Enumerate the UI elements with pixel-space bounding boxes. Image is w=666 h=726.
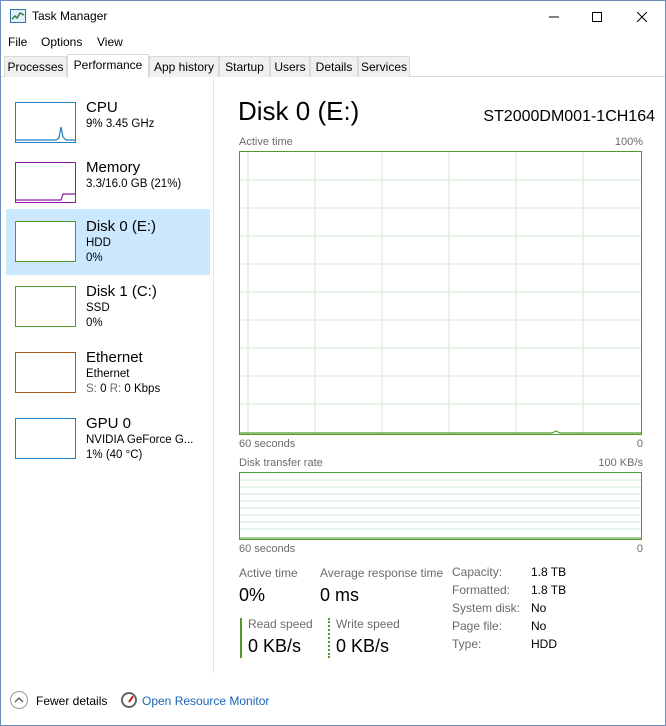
cpu-thumbnail-graph: [15, 102, 76, 143]
minimize-button[interactable]: [531, 1, 577, 32]
sidebar-item-title: Disk 0 (E:): [86, 218, 157, 235]
gpu-thumbnail-graph: [15, 418, 76, 459]
sidebar-item-memory[interactable]: Memory 3.3/16.0 GB (21%): [6, 150, 210, 212]
disk-detail-panel: Disk 0 (E:) ST2000DM001-1CH164 Active ti…: [215, 78, 665, 673]
task-manager-window: Task Manager File Options View Processes…: [0, 0, 666, 726]
type-label: Type:: [452, 637, 482, 651]
sidebar-item-usage: 1% (40 °C): [86, 449, 143, 461]
active-time-grid: [240, 152, 641, 434]
tab-app-history[interactable]: App history: [149, 56, 219, 77]
menu-view[interactable]: View: [97, 35, 123, 49]
maximize-button[interactable]: [574, 1, 620, 32]
sidebar-item-gpu-0[interactable]: GPU 0 NVIDIA GeForce G... 1% (40 °C): [6, 410, 210, 476]
active-time-chart-max: 100%: [614, 136, 643, 148]
capacity-value: 1.8 TB: [531, 565, 567, 579]
page-file-value: No: [531, 619, 547, 633]
ethernet-thumbnail-graph: [15, 352, 76, 393]
menu-bar: File Options View: [1, 32, 665, 52]
transfer-rate-chart-max: 100 KB/s: [598, 457, 643, 469]
tab-performance[interactable]: Performance: [67, 54, 149, 78]
write-speed-label: Write speed: [336, 617, 400, 631]
sidebar-item-subtitle: 3.3/16.0 GB (21%): [86, 178, 182, 190]
transfer-rate-axis-label: 60 seconds: [239, 543, 296, 555]
write-speed-value: 0 KB/s: [336, 636, 390, 656]
formatted-label: Formatted:: [452, 583, 511, 597]
sidebar-item-usage: 0%: [86, 252, 103, 264]
tab-services[interactable]: Services: [358, 56, 410, 77]
write-speed-indicator: [328, 618, 330, 658]
title-bar: Task Manager: [1, 1, 665, 32]
system-disk-label: System disk:: [452, 601, 521, 615]
tab-processes[interactable]: Processes: [4, 56, 67, 77]
formatted-value: 1.8 TB: [531, 583, 567, 597]
disk-1-thumbnail-graph: [15, 286, 76, 327]
read-speed-label: Read speed: [248, 617, 313, 631]
menu-file[interactable]: File: [8, 35, 27, 49]
active-time-axis-min: 0: [636, 438, 643, 450]
tab-strip: Processes Performance App history Startu…: [1, 54, 665, 78]
tab-startup[interactable]: Startup: [219, 56, 270, 77]
read-speed-indicator: [240, 618, 242, 658]
active-time-chart: [239, 151, 642, 435]
average-response-time-label: Average response time: [320, 566, 444, 580]
sidebar-item-usage: 0%: [86, 317, 103, 329]
page-title: Disk 0 (E:): [238, 96, 360, 126]
sidebar-item-subtitle: 9% 3.45 GHz: [86, 118, 155, 130]
transfer-rate-axis-min: 0: [636, 543, 643, 555]
resource-monitor-icon[interactable]: [121, 692, 137, 708]
footer: Fewer details Open Resource Monitor: [1, 686, 665, 716]
resource-list: CPU 9% 3.45 GHz Memory 3.3/16.0 GB (21%)…: [1, 78, 214, 673]
page-file-label: Page file:: [452, 619, 503, 633]
sidebar-item-type: SSD: [86, 302, 110, 314]
sidebar-item-title: Disk 1 (C:): [86, 283, 157, 300]
disk-model: ST2000DM001-1CH164: [483, 108, 655, 125]
read-speed-value: 0 KB/s: [248, 636, 302, 656]
sidebar-item-cpu[interactable]: CPU 9% 3.45 GHz: [6, 90, 210, 152]
sidebar-item-gpu-name: NVIDIA GeForce G...: [86, 434, 194, 446]
sidebar-item-title: Memory: [86, 159, 141, 176]
tab-users[interactable]: Users: [270, 56, 310, 77]
tab-details[interactable]: Details: [310, 56, 358, 77]
sidebar-item-adapter: Ethernet: [86, 368, 130, 380]
active-time-label: Active time: [239, 566, 298, 580]
capacity-label: Capacity:: [452, 565, 503, 579]
task-manager-icon: [10, 9, 26, 23]
sidebar-item-title: CPU: [86, 99, 118, 116]
menu-options[interactable]: Options: [41, 35, 82, 49]
sidebar-item-throughput: S: 0 R: 0 Kbps: [86, 383, 161, 395]
sidebar-item-type: HDD: [86, 237, 111, 249]
transfer-rate-chart-label: Disk transfer rate: [239, 457, 323, 469]
sidebar-item-title: Ethernet: [86, 349, 143, 366]
sidebar-item-disk-1[interactable]: Disk 1 (C:) SSD 0%: [6, 278, 210, 344]
sidebar-item-title: GPU 0: [86, 415, 132, 432]
memory-thumbnail-graph: [15, 162, 76, 203]
active-time-value: 0%: [239, 585, 266, 605]
disk-0-thumbnail-graph: [15, 221, 76, 262]
active-time-chart-label: Active time: [239, 136, 293, 148]
window-title: Task Manager: [32, 9, 108, 23]
chevron-up-icon[interactable]: [10, 691, 28, 709]
close-button[interactable]: [619, 1, 665, 32]
fewer-details-button[interactable]: Fewer details: [36, 694, 107, 708]
type-value: HDD: [531, 637, 557, 651]
active-time-axis-label: 60 seconds: [239, 438, 296, 450]
sidebar-item-ethernet[interactable]: Ethernet Ethernet S: 0 R: 0 Kbps: [6, 344, 210, 410]
transfer-rate-chart: [239, 472, 642, 540]
system-disk-value: No: [531, 601, 547, 615]
transfer-rate-grid: [240, 479, 641, 539]
average-response-time-value: 0 ms: [320, 585, 360, 605]
open-resource-monitor-link[interactable]: Open Resource Monitor: [142, 694, 269, 708]
sidebar-item-disk-0[interactable]: Disk 0 (E:) HDD 0%: [6, 209, 210, 275]
